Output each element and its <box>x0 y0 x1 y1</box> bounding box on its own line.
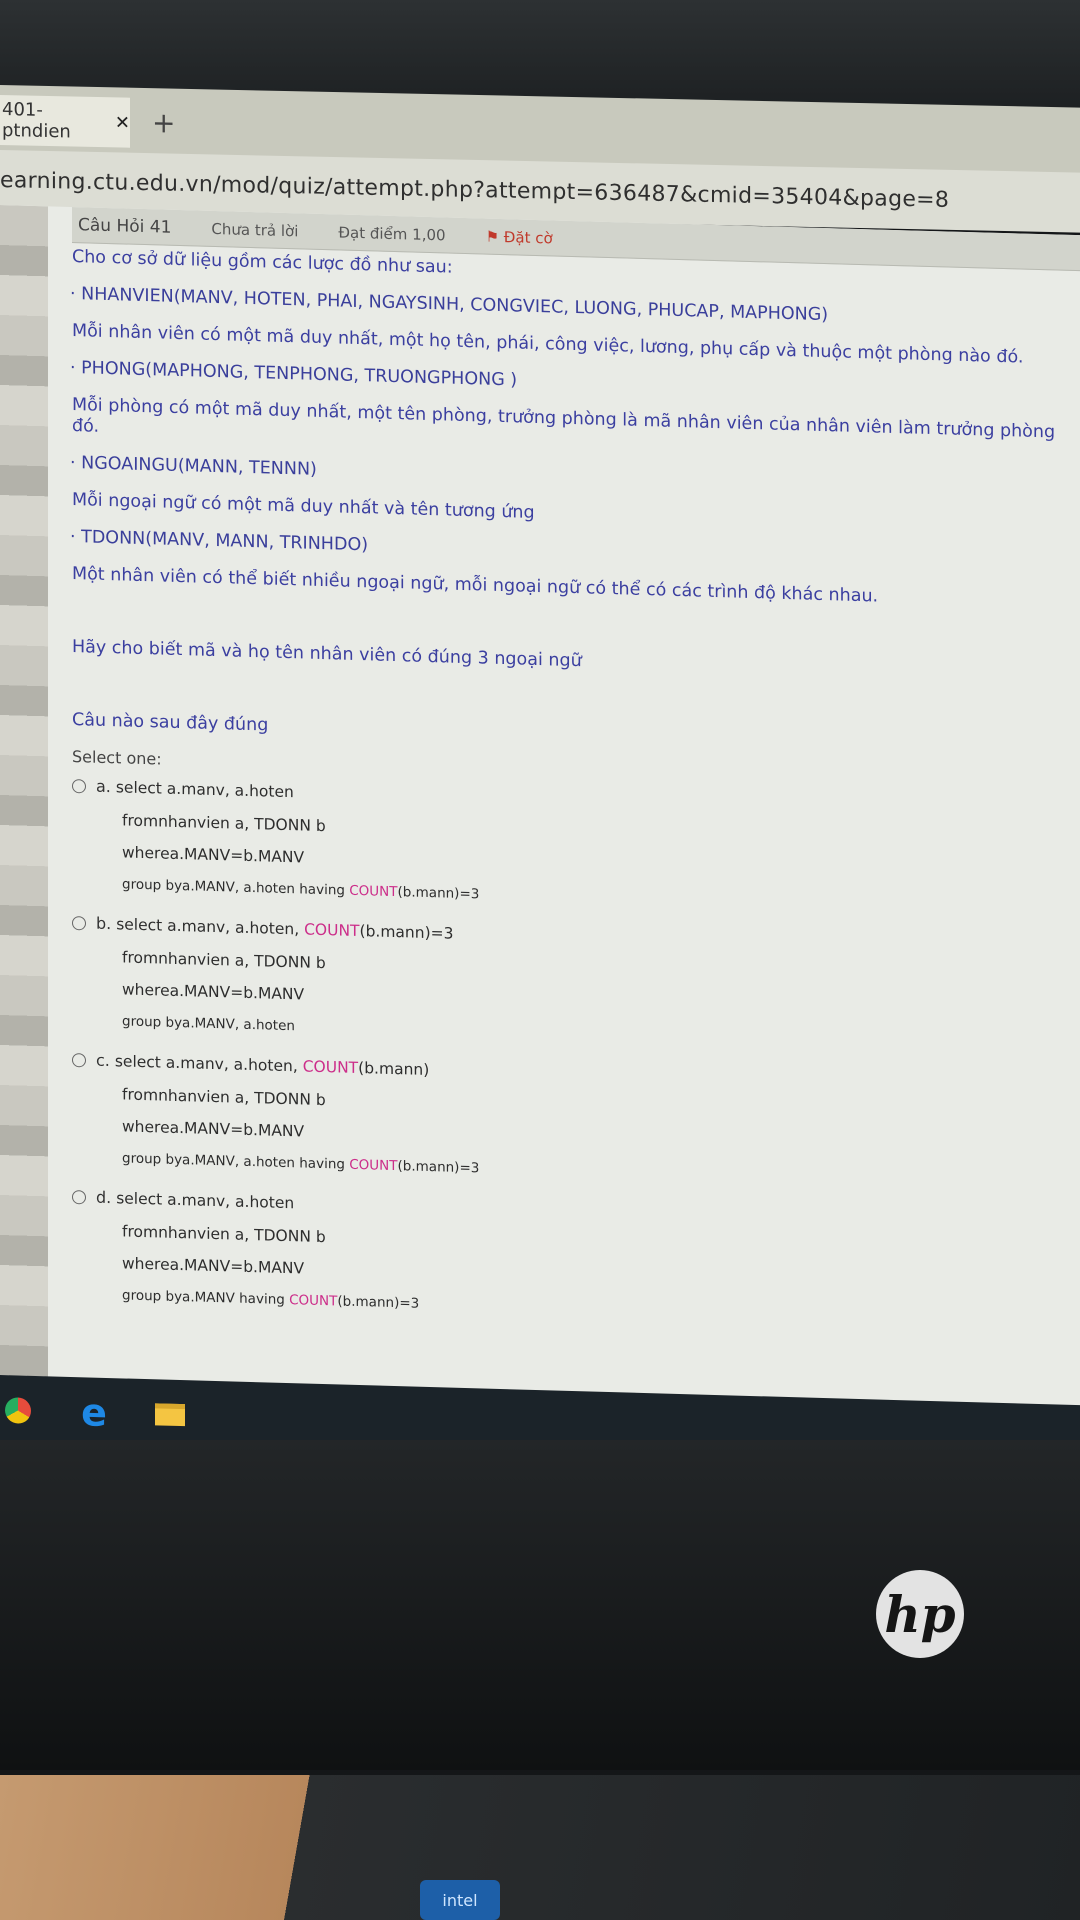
count-keyword: COUNT <box>289 1291 338 1310</box>
option-letter: d. <box>96 1187 112 1208</box>
schema-desc-phong: Mỗi phòng có một mã duy nhất, một tên ph… <box>72 395 1056 443</box>
option-line: group bya.MANV, a.hoten having <box>122 1150 350 1173</box>
option-line: fromnhanvien a, TDONN b <box>122 1222 326 1246</box>
question-text: Cho cơ sở dữ liệu gồm các lược đồ như sa… <box>70 247 1062 1352</box>
option-line: (b.mann)=3 <box>359 922 454 943</box>
desk-surface <box>0 1775 1080 1920</box>
file-explorer-icon[interactable] <box>152 1396 188 1433</box>
hp-logo: hp <box>876 1570 964 1658</box>
count-keyword: COUNT <box>304 920 360 941</box>
option-line: (b.mann)=3 <box>397 1158 480 1177</box>
radio-button-a[interactable] <box>72 779 86 794</box>
question-status: Chưa trả lời <box>211 219 299 240</box>
option-letter: b. <box>96 913 112 934</box>
count-keyword: COUNT <box>302 1057 359 1078</box>
option-line: select a.manv, a.hoten <box>115 778 294 802</box>
option-line: fromnhanvien a, TDONN b <box>122 811 326 835</box>
option-letter: c. <box>96 1050 110 1071</box>
question-grade: Đạt điểm 1,00 <box>338 222 446 244</box>
radio-button-b[interactable] <box>72 916 86 931</box>
radio-button-d[interactable] <box>72 1190 86 1205</box>
flag-icon: ⚑ <box>485 227 504 246</box>
browser-tab[interactable]: 401- ptndien ✕ <box>0 95 130 148</box>
option-line: wherea.MANV=b.MANV <box>122 1254 305 1278</box>
url-text[interactable]: earning.ctu.edu.vn/mod/quiz/attempt.php?… <box>0 168 949 213</box>
chrome-icon[interactable] <box>0 1392 36 1429</box>
radio-button-c[interactable] <box>72 1053 86 1068</box>
option-line: (b.mann) <box>358 1059 430 1080</box>
question-number: Câu Hỏi 41 <box>78 214 172 238</box>
option-line: group bya.MANV, a.hoten having <box>122 876 350 899</box>
option-line: wherea.MANV=b.MANV <box>122 843 305 867</box>
option-line: fromnhanvien a, TDONN b <box>122 948 326 972</box>
sidebar-image <box>0 205 48 1462</box>
new-tab-icon[interactable]: + <box>152 106 175 139</box>
count-keyword: COUNT <box>349 882 398 901</box>
tab-title: 401- ptndien <box>2 99 71 143</box>
option-line: (b.mann)=3 <box>397 884 480 903</box>
option-line: (b.mann)=3 <box>337 1293 420 1312</box>
option-letter: a. <box>96 776 111 797</box>
option-line: group bya.MANV, a.hoten <box>122 1013 295 1035</box>
option-line: group bya.MANV having <box>122 1287 290 1308</box>
count-keyword: COUNT <box>349 1156 398 1175</box>
edge-icon[interactable]: e <box>76 1390 112 1435</box>
option-line: wherea.MANV=b.MANV <box>122 980 305 1004</box>
option-line: select a.manv, a.hoten <box>116 1189 295 1213</box>
option-line: fromnhanvien a, TDONN b <box>122 1085 326 1109</box>
option-line: wherea.MANV=b.MANV <box>122 1117 305 1141</box>
close-icon[interactable]: ✕ <box>115 112 130 133</box>
answer-option-b[interactable]: b. select a.manv, a.hoten, COUNT(b.mann)… <box>72 913 1062 1070</box>
intel-sticker: intel <box>420 1880 500 1920</box>
answer-option-d[interactable]: d. select a.manv, a.hoten fromnhanvien a… <box>72 1187 1062 1344</box>
flag-label: Đặt cờ <box>503 227 553 247</box>
answer-option-a[interactable]: a. select a.manv, a.hoten fromnhanvien a… <box>72 776 1062 933</box>
flag-question-button[interactable]: ⚑ Đặt cờ <box>486 227 553 247</box>
option-line: select a.manv, a.hoten, <box>116 915 305 939</box>
option-line: select a.manv, a.hoten, <box>114 1052 303 1076</box>
quiz-page: Câu Hỏi 41 Chưa trả lời Đạt điểm 1,00 ⚑ … <box>0 205 1080 1491</box>
answer-option-c[interactable]: c. select a.manv, a.hoten, COUNT(b.mann)… <box>72 1050 1062 1207</box>
